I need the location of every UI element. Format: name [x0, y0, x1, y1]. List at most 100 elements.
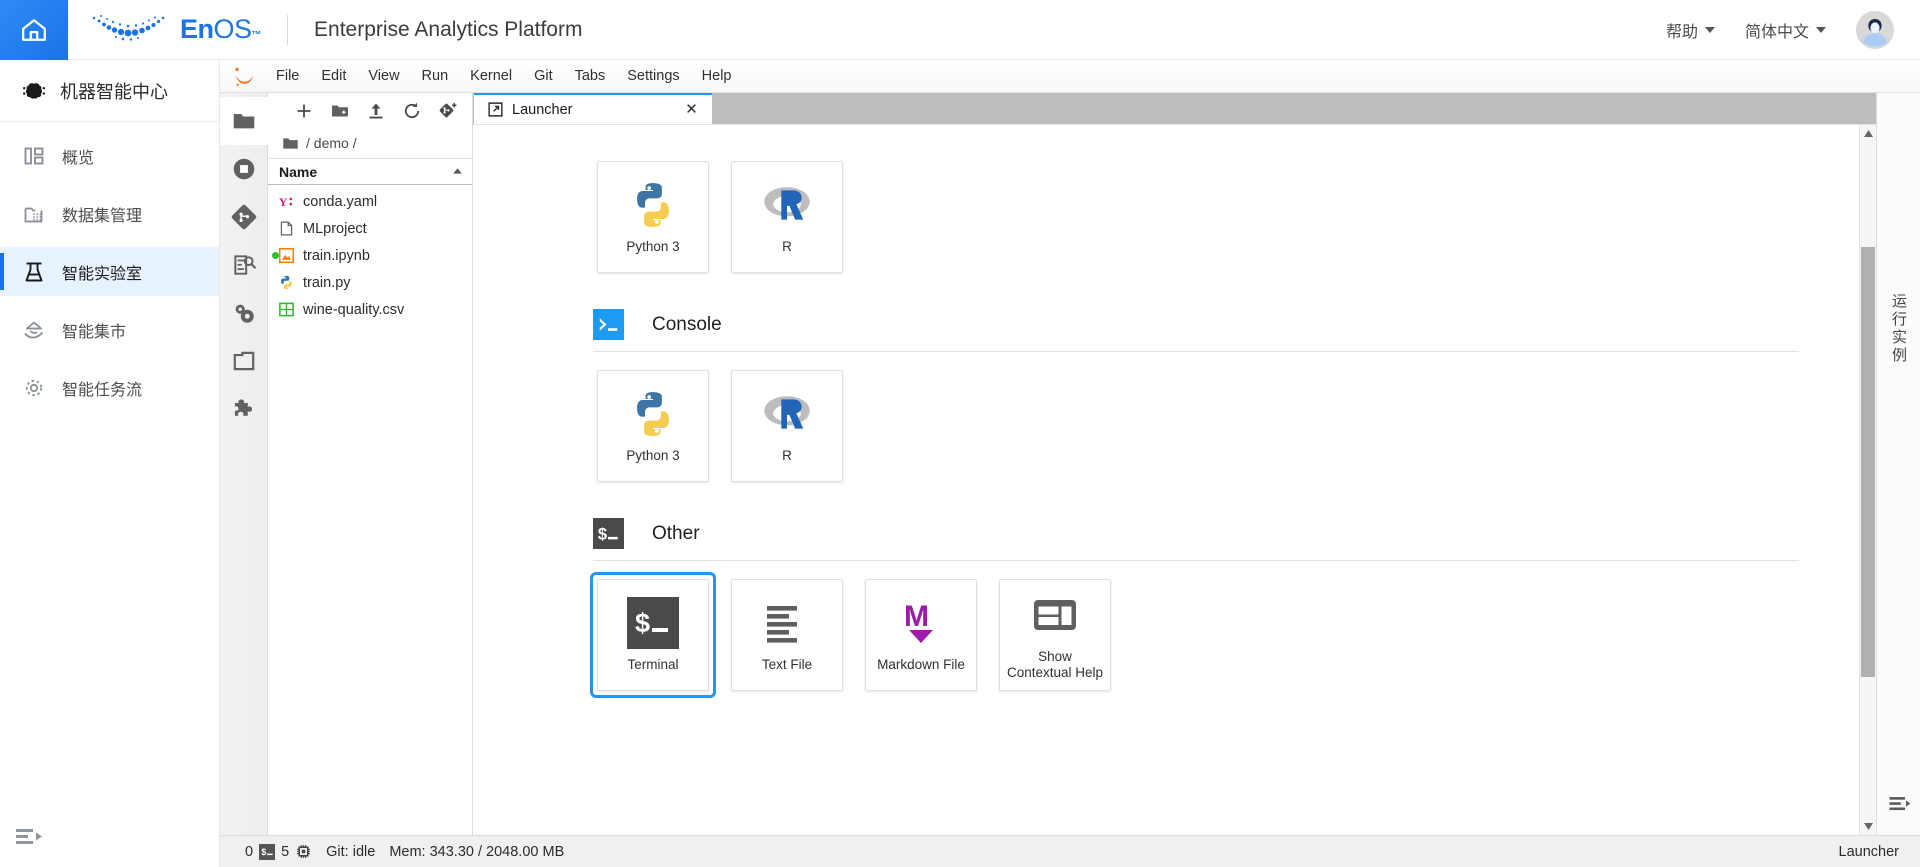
menu-settings[interactable]: Settings — [616, 63, 690, 89]
upload-files-button[interactable] — [366, 101, 386, 121]
launcher-card-wrap: Python 3 — [593, 366, 713, 486]
launcher-card-wrap: M Markdown File — [861, 575, 981, 695]
launcher-card-notebook-python3[interactable]: Python 3 — [597, 161, 709, 273]
new-folder-button[interactable] — [330, 101, 350, 121]
launcher-card-console-python3[interactable]: Python 3 — [597, 370, 709, 482]
status-git[interactable]: Git: idle — [319, 836, 382, 867]
vertical-scrollbar[interactable] — [1859, 125, 1876, 835]
activity-open-tabs[interactable] — [220, 337, 268, 385]
svg-text:$: $ — [598, 525, 607, 543]
file-list-column-header[interactable]: Name — [268, 158, 472, 185]
menu-file[interactable]: File — [265, 63, 310, 89]
activity-table-of-contents[interactable] — [220, 241, 268, 289]
activity-bar — [219, 93, 268, 835]
running-sessions-icon — [233, 158, 254, 180]
status-active-widget[interactable]: Launcher — [1832, 836, 1906, 867]
launcher-card-console-r[interactable]: R — [731, 370, 843, 482]
launcher-card-wrap: Python 3 — [593, 157, 713, 277]
r-logo — [764, 396, 810, 429]
chevron-down-icon — [1816, 26, 1826, 33]
git-icon — [231, 204, 256, 230]
launcher-card-notebook-r[interactable]: R — [731, 161, 843, 273]
running-indicator-dot — [272, 252, 279, 259]
toggle-right-panel-button[interactable] — [1886, 793, 1912, 820]
menu-run[interactable]: Run — [411, 63, 460, 89]
contextual-help-icon — [1034, 599, 1076, 630]
enos-logo[interactable]: En OS ™ — [88, 13, 262, 47]
top-right-controls: 帮助 简体中文 — [1666, 10, 1920, 49]
launcher-card-label: Text File — [761, 656, 813, 672]
refresh-button[interactable] — [402, 101, 422, 121]
avatar[interactable] — [1856, 10, 1894, 49]
breadcrumb[interactable]: / demo / — [268, 128, 472, 158]
sidebar-item-label: 智能实验室 — [62, 265, 143, 283]
python-logo — [637, 391, 669, 436]
activity-git-panel[interactable] — [220, 193, 268, 241]
file-list-item-conda-yaml[interactable]: Y conda.yaml — [268, 188, 472, 215]
enos-wordmark-en: En — [180, 14, 214, 44]
puzzle-icon — [234, 399, 252, 416]
help-menu[interactable]: 帮助 — [1666, 18, 1715, 42]
file-name: MLproject — [303, 220, 367, 237]
activity-running-sessions[interactable] — [220, 145, 268, 193]
file-list-item-wine-quality-csv[interactable]: wine-quality.csv — [268, 296, 472, 323]
menu-view[interactable]: View — [357, 63, 410, 89]
tab-launcher[interactable]: Launcher ✕ — [474, 93, 712, 124]
brand-divider — [287, 14, 289, 45]
menu-kernel[interactable]: Kernel — [459, 63, 523, 89]
launcher-card-show-contextual-help[interactable]: Show Contextual Help — [999, 579, 1111, 691]
enos-swoosh-icon — [92, 14, 165, 41]
activity-file-browser[interactable] — [219, 97, 268, 145]
launcher-section-console-cards: Python 3 R — [593, 352, 1799, 486]
scroll-up-button[interactable] — [1860, 125, 1876, 142]
machine-intelligence-icon — [23, 82, 45, 99]
file-list-item-train-ipynb[interactable]: train.ipynb — [268, 242, 472, 269]
status-terminal-count[interactable]: 0 $ 5 — [238, 836, 319, 867]
sidebar-item-intelligent-lab[interactable]: 智能实验室 — [0, 247, 219, 296]
yaml-file-icon: Y — [279, 195, 293, 209]
sidebar-item-overview[interactable]: 概览 — [0, 131, 219, 180]
menu-edit[interactable]: Edit — [310, 63, 357, 89]
svg-text:M: M — [904, 600, 929, 633]
activity-extension-manager[interactable] — [220, 385, 268, 433]
right-rail-running-instances[interactable]: 运行实例 — [1888, 293, 1909, 365]
folder-icon — [233, 113, 254, 129]
status-memory[interactable]: Mem: 343.30 / 2048.00 MB — [382, 836, 571, 867]
launcher-card-text-file[interactable]: Text File — [731, 579, 843, 691]
launcher-card-label: Terminal — [627, 656, 679, 672]
menu-git[interactable]: Git — [523, 63, 564, 89]
text-file-icon — [767, 605, 797, 643]
scroll-down-button[interactable] — [1860, 818, 1876, 835]
git-status-text: Git: idle — [326, 843, 376, 860]
close-icon[interactable]: ✕ — [683, 101, 700, 118]
menu-tabs[interactable]: Tabs — [564, 63, 617, 89]
menu-help[interactable]: Help — [691, 63, 743, 89]
launcher-panel: Python 3 R Console Python 3 R $ Other $ … — [473, 124, 1876, 835]
sidebar-item-intelligent-workflow[interactable]: 智能任务流 — [0, 363, 219, 412]
language-menu[interactable]: 简体中文 — [1745, 18, 1826, 42]
sidebar-item-dataset-management[interactable]: 数据集管理 — [0, 189, 219, 238]
file-list-item-train-py[interactable]: train.py — [268, 269, 472, 296]
sidebar-item-label: 智能集市 — [62, 323, 127, 341]
git-clone-button[interactable] — [438, 101, 458, 121]
tabs-icon — [233, 351, 254, 371]
collapse-sidebar-button[interactable] — [14, 825, 44, 849]
sidebar-item-label: 数据集管理 — [62, 207, 143, 225]
activity-property-inspector[interactable] — [220, 289, 268, 337]
launcher-card-terminal[interactable]: $ Terminal — [597, 579, 709, 691]
scrollbar-thumb[interactable] — [1861, 247, 1875, 677]
launcher-section-title: Other — [652, 522, 700, 544]
folder-icon — [283, 137, 298, 149]
notebook-file-icon — [278, 247, 295, 264]
home-button[interactable] — [0, 0, 68, 60]
memory-usage-text: Mem: 343.30 / 2048.00 MB — [389, 843, 565, 860]
launcher-card-markdown-file[interactable]: M Markdown File — [865, 579, 977, 691]
home-icon — [22, 18, 46, 41]
terminal-icon: $ — [593, 518, 624, 549]
sidebar-item-intelligent-marketplace[interactable]: 智能集市 — [0, 305, 219, 354]
jupyterlab-window: File Edit View Run Kernel Git Tabs Setti… — [219, 60, 1920, 867]
help-menu-label: 帮助 — [1665, 23, 1698, 41]
file-list-item-mlproject[interactable]: MLproject — [268, 215, 472, 242]
new-launcher-button[interactable] — [294, 101, 314, 121]
launcher-section-notebook-cards: Python 3 R — [593, 143, 1799, 277]
